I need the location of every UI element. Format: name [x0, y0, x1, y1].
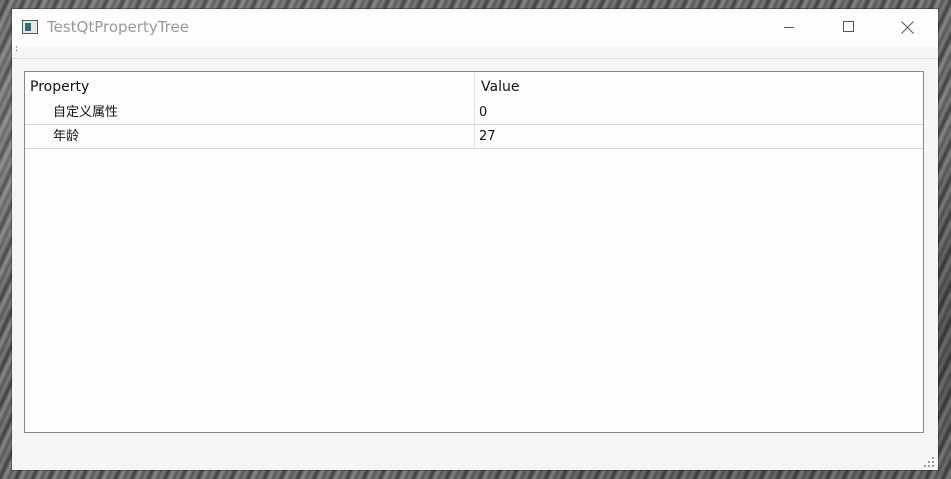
maximize-icon: [843, 21, 854, 32]
menu-separator: [12, 58, 938, 59]
header-property[interactable]: Property: [25, 72, 474, 101]
close-icon: [901, 21, 914, 34]
tree-row[interactable]: 自定义属性 0: [25, 101, 923, 125]
property-name[interactable]: 年龄: [25, 125, 474, 148]
property-value[interactable]: 0: [474, 101, 923, 124]
property-value[interactable]: 27: [474, 125, 923, 148]
tree-header: Property Value: [25, 72, 923, 101]
app-window-icon: [22, 20, 38, 34]
menu-indicator: :: [15, 44, 19, 54]
minimize-button[interactable]: [759, 9, 819, 47]
window-title: TestQtPropertyTree: [47, 18, 189, 36]
title-bar[interactable]: TestQtPropertyTree: [12, 9, 938, 47]
property-name[interactable]: 自定义属性: [25, 101, 474, 124]
main-window: TestQtPropertyTree : Property Value 自定义属…: [12, 9, 938, 470]
maximize-button[interactable]: [819, 9, 879, 47]
property-tree[interactable]: Property Value 自定义属性 0 年龄 27: [24, 71, 924, 433]
tree-row[interactable]: 年龄 27: [25, 125, 923, 149]
minimize-icon: [784, 27, 794, 28]
close-button[interactable]: [878, 9, 938, 47]
resize-grip-icon[interactable]: [923, 456, 935, 468]
header-value[interactable]: Value: [474, 72, 923, 101]
